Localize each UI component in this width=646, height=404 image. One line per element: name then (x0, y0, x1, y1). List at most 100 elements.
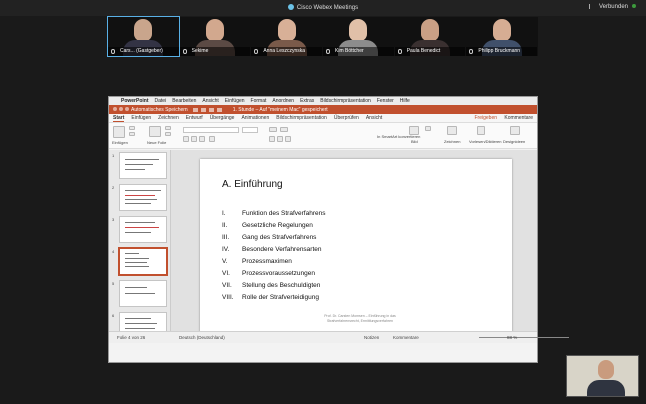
slide-counter: Folie 4 von 26 (117, 335, 146, 340)
undo-icon[interactable] (208, 107, 214, 112)
slide-canvas[interactable]: A. Einführung I. Funktion des Strafverfah… (200, 159, 512, 335)
thumbnail-text-line (125, 195, 155, 196)
bullets-icon[interactable] (269, 127, 277, 132)
slide-thumbnail[interactable] (119, 184, 167, 211)
self-view-video[interactable] (566, 355, 639, 397)
close-window-icon[interactable] (113, 106, 117, 111)
outline-item-number: V. (222, 258, 228, 265)
outline-item: VI. Prozessvoraussetzungen (222, 268, 325, 280)
slide-outline-list[interactable]: I. Funktion des Strafverfahrens II. Gesetz… (222, 208, 325, 304)
menu-item-hilfe[interactable]: Hilfe (400, 98, 410, 104)
menu-item-extras[interactable]: Extras (300, 98, 314, 104)
tab-ansicht[interactable]: Ansicht (366, 115, 382, 121)
slide-thumbnail[interactable] (119, 280, 167, 307)
participant-video-head (134, 19, 153, 41)
copy-icon[interactable] (129, 132, 135, 136)
align-left-icon[interactable] (269, 136, 275, 142)
numbering-icon[interactable] (280, 127, 288, 132)
participant-tile[interactable]: Paula Benedict (394, 17, 466, 56)
menu-item-anordnen[interactable]: Anordnen (272, 98, 294, 104)
font-size-select[interactable] (242, 127, 258, 133)
language-indicator[interactable]: Deutsch (Deutschland) (179, 335, 225, 340)
menu-item-bildschirmpraesentation[interactable]: Bildschirmpräsentation (320, 98, 371, 104)
tab-start[interactable]: Start (113, 115, 125, 122)
layout-icon[interactable] (165, 126, 171, 130)
shapes-icon[interactable] (425, 126, 431, 131)
outline-item: I. Funktion des Strafverfahrens (222, 208, 325, 220)
tab-entwurf[interactable]: Entwurf (186, 115, 203, 121)
menu-item-bearbeiten[interactable]: Bearbeiten (172, 98, 196, 104)
participant-name-bar: Kim Böttcher (323, 47, 394, 56)
align-right-icon[interactable] (285, 136, 291, 142)
draw-icon[interactable] (447, 126, 457, 135)
participant-name-bar: Anna Leszczynska (251, 47, 323, 56)
bold-icon[interactable] (183, 136, 189, 142)
thumbnail-text-line (125, 227, 159, 228)
ppt-title-bar: Automatisches Speichern 1. Stunde – Auf … (109, 105, 537, 114)
participant-video-head (492, 19, 511, 41)
participant-tile[interactable]: Cars... (Gastgeber) (107, 16, 180, 57)
thumbnail-text-line (125, 318, 151, 319)
paste-label: Einfügen (112, 140, 128, 145)
notes-button[interactable]: Notizen (364, 335, 379, 340)
underline-icon[interactable] (199, 136, 205, 142)
outline-item: VIII. Rolle der Strafverteidigung (222, 292, 325, 304)
home-icon[interactable] (192, 107, 198, 112)
thumbnail-number: 5 (112, 281, 115, 286)
autosave-label[interactable]: Automatisches Speichern (131, 107, 188, 113)
ribbon: Einfügen Neue Folie In SmartArt konverti… (109, 123, 537, 149)
new-slide-icon[interactable] (149, 126, 161, 137)
participant-tile[interactable]: Philipp Bruckmann (466, 17, 538, 56)
comments-button[interactable]: Kommentare (504, 115, 533, 121)
redo-icon[interactable] (216, 107, 222, 112)
tab-animationen[interactable]: Animationen (241, 115, 269, 121)
reset-icon[interactable] (165, 132, 171, 136)
minimize-window-icon[interactable] (119, 106, 123, 111)
slide-title[interactable]: A. Einführung (222, 179, 283, 190)
italic-icon[interactable] (191, 136, 197, 142)
slide-thumbnail-selected[interactable] (118, 247, 168, 276)
font-color-icon[interactable] (209, 136, 215, 142)
share-button[interactable]: Freigeben (474, 115, 497, 121)
tab-einfuegen[interactable]: Einfügen (131, 115, 151, 121)
thumbnail-text-line (125, 323, 157, 324)
menu-item-ansicht[interactable]: Ansicht (202, 98, 218, 104)
tab-zeichnen[interactable]: Zeichnen (158, 115, 179, 121)
menu-app-name[interactable]: PowerPoint (121, 98, 149, 104)
connection-status: Verbunden (588, 4, 636, 10)
slide-thumbnail[interactable] (119, 152, 167, 179)
zoom-slider[interactable] (479, 337, 569, 338)
menu-item-datei[interactable]: Datei (155, 98, 167, 104)
participant-tile[interactable]: Anna Leszczynska (251, 17, 323, 56)
font-name-select[interactable] (183, 127, 239, 133)
slide-thumbnail[interactable] (119, 216, 167, 243)
thumbnail-text-line (125, 287, 147, 288)
thumbnail-text-line (125, 190, 161, 191)
cut-icon[interactable] (129, 126, 135, 130)
zoom-window-icon[interactable] (125, 106, 129, 111)
image-icon[interactable] (409, 126, 419, 135)
participant-video-head (421, 19, 440, 41)
comments-status-button[interactable]: Kommentare (393, 335, 419, 340)
participant-tile[interactable]: Sekime (179, 17, 251, 56)
thumbnail-number: 3 (112, 217, 115, 222)
tab-bildschirmpraesentation[interactable]: Bildschirmpräsentation (276, 115, 327, 121)
save-icon[interactable] (200, 107, 206, 112)
align-center-icon[interactable] (277, 136, 283, 142)
paste-icon[interactable] (113, 126, 125, 138)
thumbnail-number: 1 (112, 153, 115, 158)
slide-thumbnails-panel[interactable]: 1 2 3 4 5 6 (109, 150, 171, 343)
menu-item-format[interactable]: Format (251, 98, 267, 104)
outline-item-text: Gang des Strafverfahrens (242, 234, 317, 241)
tab-uebergaenge[interactable]: Übergänge (210, 115, 235, 121)
tab-ueberpruefen[interactable]: Überprüfen (334, 115, 359, 121)
design-ideas-icon[interactable] (510, 126, 520, 135)
dictate-icon[interactable] (477, 126, 485, 135)
zoom-level[interactable]: 88 % (507, 335, 517, 340)
microphone-icon (254, 49, 259, 54)
outline-item-text: Besondere Verfahrensarten (242, 246, 322, 253)
menu-item-einfuegen[interactable]: Einfügen (225, 98, 245, 104)
participant-strip: Cars... (Gastgeber) Sekime Anna Leszczyn… (107, 16, 538, 57)
participant-tile[interactable]: Kim Böttcher (323, 17, 394, 56)
menu-item-fenster[interactable]: Fenster (377, 98, 394, 104)
